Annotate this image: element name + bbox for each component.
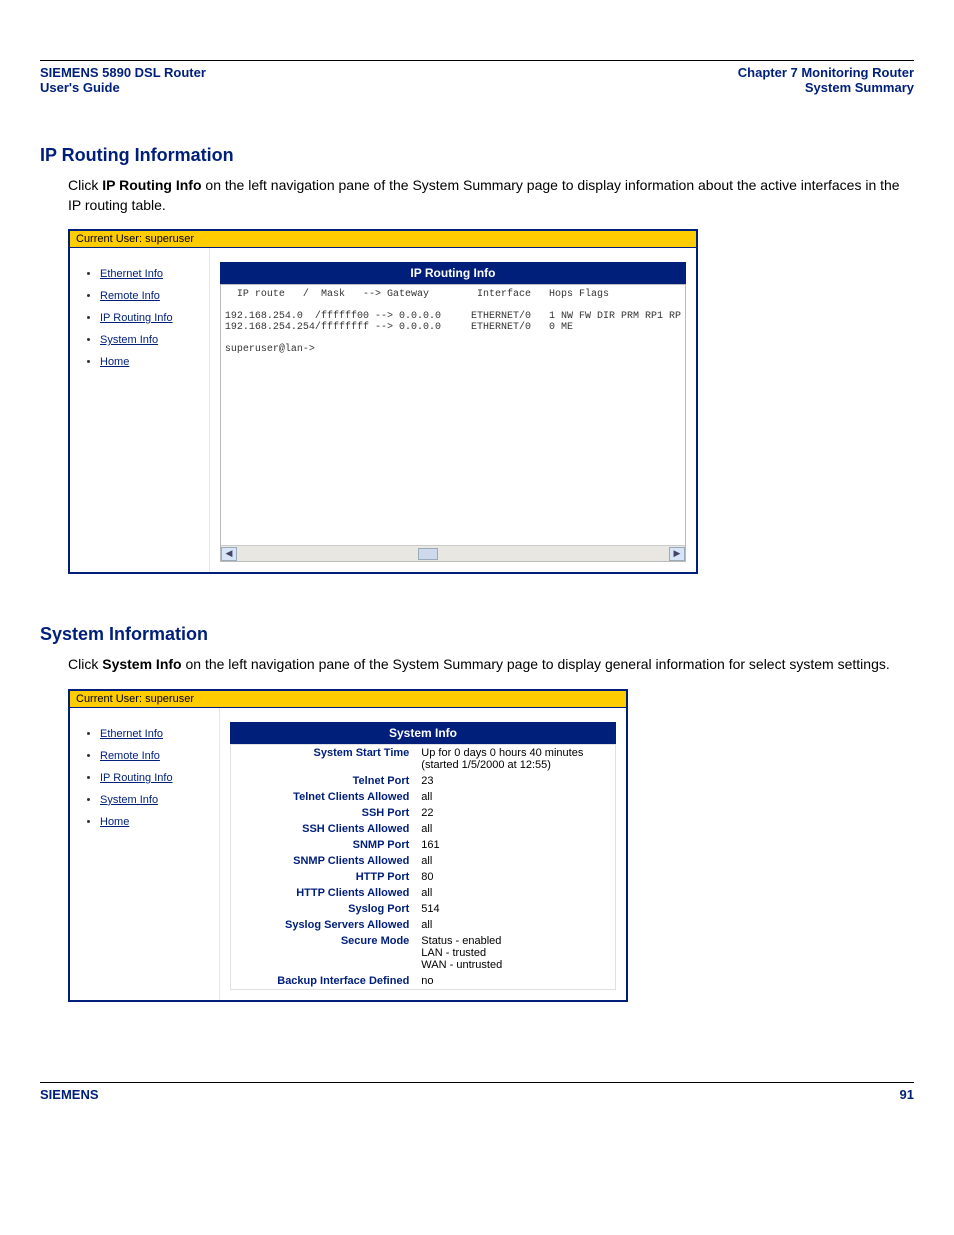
table-row: System Start TimeUp for 0 days 0 hours 4…	[231, 744, 616, 773]
section-heading-system-info: System Information	[40, 624, 914, 645]
table-row: Secure ModeStatus - enabled LAN - truste…	[231, 933, 616, 973]
sysinfo-label: Telnet Port	[231, 773, 416, 789]
sysinfo-value: 22	[415, 805, 615, 821]
sysinfo-label: SNMP Port	[231, 837, 416, 853]
section-heading-ip-routing: IP Routing Information	[40, 145, 914, 166]
table-row: HTTP Port80	[231, 869, 616, 885]
sysinfo-value: 161	[415, 837, 615, 853]
sidebar-nav: Ethernet Info Remote Info IP Routing Inf…	[70, 708, 220, 1000]
sysinfo-label: System Start Time	[231, 744, 416, 773]
nav-item-remote[interactable]: Remote Info	[100, 290, 201, 302]
header-left-line1: SIEMENS 5890 DSL Router	[40, 65, 206, 80]
nav-item-home[interactable]: Home	[100, 356, 201, 368]
scroll-left-icon[interactable]: ◀	[221, 547, 237, 561]
panel-title-system-info: System Info	[230, 722, 616, 744]
nav-item-system[interactable]: System Info	[100, 334, 201, 346]
sysinfo-label: Syslog Port	[231, 901, 416, 917]
table-row: Telnet Clients Allowedall	[231, 789, 616, 805]
sysinfo-value: all	[415, 917, 615, 933]
table-row: SNMP Clients Allowedall	[231, 853, 616, 869]
current-user-bar: Current User: superuser	[70, 691, 626, 708]
table-row: SSH Clients Allowedall	[231, 821, 616, 837]
table-row: Syslog Servers Allowedall	[231, 917, 616, 933]
ip-routing-console: IP route / Mask --> Gateway Interface Ho…	[221, 285, 685, 545]
sysinfo-value: all	[415, 821, 615, 837]
sysinfo-value: 514	[415, 901, 615, 917]
table-row: Telnet Port23	[231, 773, 616, 789]
system-info-table: System Start TimeUp for 0 days 0 hours 4…	[230, 744, 616, 990]
screenshot-system-info: Current User: superuser Ethernet Info Re…	[68, 689, 628, 1002]
sysinfo-value: all	[415, 853, 615, 869]
section2-paragraph: Click System Info on the left navigation…	[68, 655, 914, 675]
header-right-line1: Chapter 7 Monitoring Router	[738, 65, 914, 80]
nav-item-ip-routing[interactable]: IP Routing Info	[100, 312, 201, 324]
sysinfo-label: SNMP Clients Allowed	[231, 853, 416, 869]
header-right-line2: System Summary	[738, 80, 914, 95]
header-left-line2: User's Guide	[40, 80, 206, 95]
sysinfo-value: no	[415, 973, 615, 990]
nav-item-ip-routing[interactable]: IP Routing Info	[100, 772, 211, 784]
table-row: HTTP Clients Allowedall	[231, 885, 616, 901]
horizontal-scrollbar[interactable]: ◀ ▶	[221, 545, 685, 561]
sysinfo-value: Up for 0 days 0 hours 40 minutes (starte…	[415, 744, 615, 773]
sysinfo-label: SSH Clients Allowed	[231, 821, 416, 837]
table-row: Backup Interface Definedno	[231, 973, 616, 990]
section1-paragraph: Click IP Routing Info on the left naviga…	[68, 176, 914, 215]
screenshot-ip-routing: Current User: superuser Ethernet Info Re…	[68, 229, 698, 574]
panel-title-ip-routing: IP Routing Info	[220, 262, 686, 284]
scroll-thumb[interactable]	[418, 548, 438, 560]
sysinfo-label: SSH Port	[231, 805, 416, 821]
sysinfo-label: Secure Mode	[231, 933, 416, 973]
sysinfo-value: all	[415, 789, 615, 805]
sidebar-nav: Ethernet Info Remote Info IP Routing Inf…	[70, 248, 210, 572]
nav-item-ethernet[interactable]: Ethernet Info	[100, 268, 201, 280]
table-row: SNMP Port161	[231, 837, 616, 853]
current-user-bar: Current User: superuser	[70, 231, 696, 248]
sysinfo-value: 23	[415, 773, 615, 789]
page-header: SIEMENS 5890 DSL Router User's Guide Cha…	[40, 65, 914, 95]
sysinfo-label: Syslog Servers Allowed	[231, 917, 416, 933]
footer-brand: SIEMENS	[40, 1087, 99, 1102]
sysinfo-label: Backup Interface Defined	[231, 973, 416, 990]
table-row: Syslog Port514	[231, 901, 616, 917]
sysinfo-value: all	[415, 885, 615, 901]
table-row: SSH Port22	[231, 805, 616, 821]
sysinfo-label: HTTP Port	[231, 869, 416, 885]
page-footer: SIEMENS 91	[40, 1087, 914, 1102]
scroll-right-icon[interactable]: ▶	[669, 547, 685, 561]
nav-item-ethernet[interactable]: Ethernet Info	[100, 728, 211, 740]
sysinfo-label: Telnet Clients Allowed	[231, 789, 416, 805]
nav-item-home[interactable]: Home	[100, 816, 211, 828]
sysinfo-value: 80	[415, 869, 615, 885]
nav-item-remote[interactable]: Remote Info	[100, 750, 211, 762]
sysinfo-label: HTTP Clients Allowed	[231, 885, 416, 901]
footer-page-number: 91	[900, 1087, 914, 1102]
sysinfo-value: Status - enabled LAN - trusted WAN - unt…	[415, 933, 615, 973]
nav-item-system[interactable]: System Info	[100, 794, 211, 806]
